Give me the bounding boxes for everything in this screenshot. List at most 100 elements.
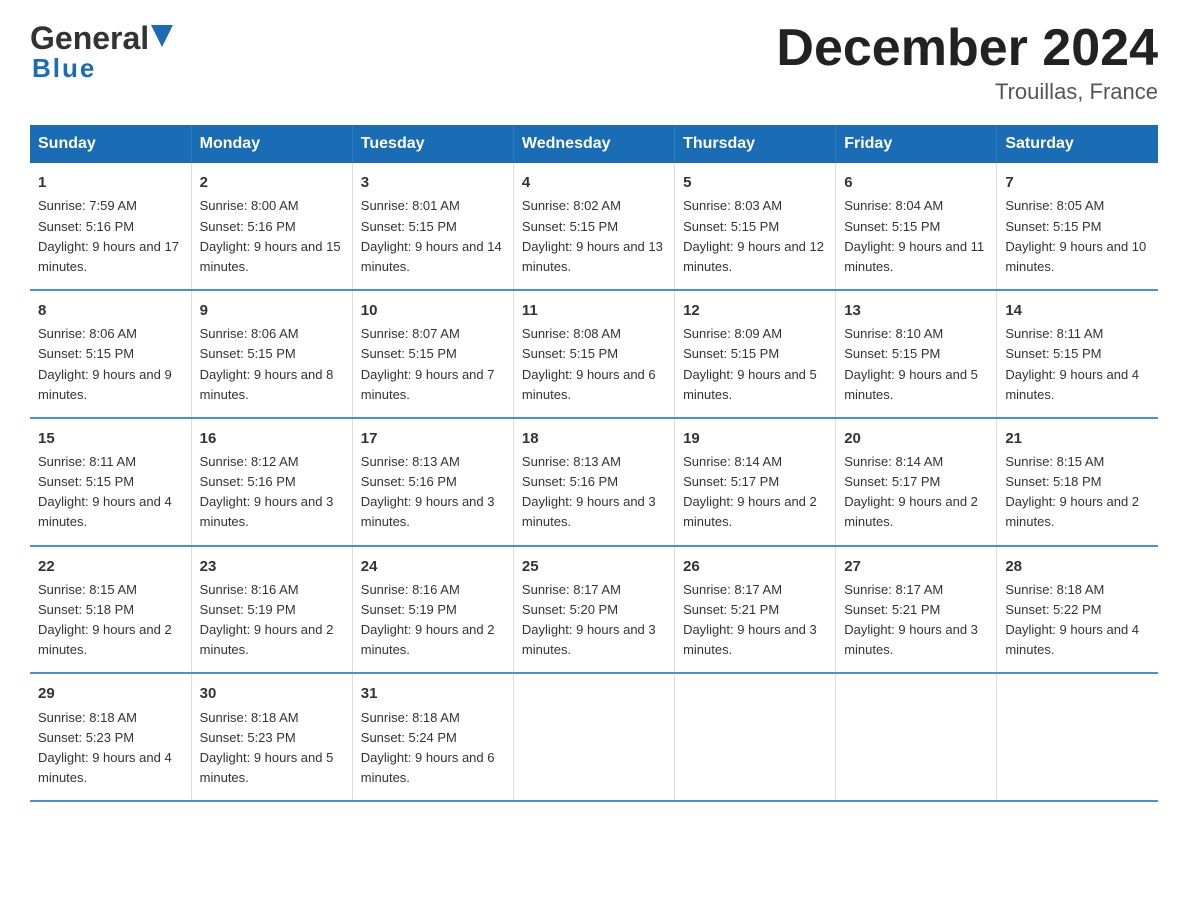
calendar-cell: 22Sunrise: 8:15 AMSunset: 5:18 PMDayligh… bbox=[30, 546, 191, 674]
calendar-cell: 5Sunrise: 8:03 AMSunset: 5:15 PMDaylight… bbox=[675, 163, 836, 290]
day-info: Sunrise: 8:18 AMSunset: 5:22 PMDaylight:… bbox=[1005, 580, 1150, 661]
calendar-cell: 19Sunrise: 8:14 AMSunset: 5:17 PMDayligh… bbox=[675, 418, 836, 546]
location-text: Trouillas, France bbox=[776, 79, 1158, 105]
calendar-cell bbox=[675, 673, 836, 801]
day-number: 22 bbox=[38, 555, 183, 578]
calendar-cell: 10Sunrise: 8:07 AMSunset: 5:15 PMDayligh… bbox=[352, 290, 513, 418]
day-info: Sunrise: 7:59 AMSunset: 5:16 PMDaylight:… bbox=[38, 196, 183, 277]
calendar-cell: 31 Sunrise: 8:18 AMSunset: 5:24 PMDayligh… bbox=[352, 673, 513, 801]
calendar-cell: 9Sunrise: 8:06 AMSunset: 5:15 PMDaylight… bbox=[191, 290, 352, 418]
day-info: Sunrise: 8:12 AMSunset: 5:16 PMDaylight:… bbox=[200, 452, 344, 533]
calendar-cell: 26Sunrise: 8:17 AMSunset: 5:21 PMDayligh… bbox=[675, 546, 836, 674]
day-number: 13 bbox=[844, 299, 988, 322]
day-info: Sunrise: 8:09 AMSunset: 5:15 PMDaylight:… bbox=[683, 324, 827, 405]
day-number: 18 bbox=[522, 427, 666, 450]
col-tuesday: Tuesday bbox=[352, 125, 513, 163]
day-number: 15 bbox=[38, 427, 183, 450]
calendar-cell: 27Sunrise: 8:17 AMSunset: 5:21 PMDayligh… bbox=[836, 546, 997, 674]
col-sunday: Sunday bbox=[30, 125, 191, 163]
day-info: Sunrise: 8:13 AMSunset: 5:16 PMDaylight:… bbox=[522, 452, 666, 533]
day-number: 7 bbox=[1005, 171, 1150, 194]
day-info: Sunrise: 8:11 AMSunset: 5:15 PMDaylight:… bbox=[38, 452, 183, 533]
day-number: 11 bbox=[522, 299, 666, 322]
day-info: Sunrise: 8:14 AMSunset: 5:17 PMDaylight:… bbox=[683, 452, 827, 533]
page-header: General Blue December 2024 Trouillas, Fr… bbox=[30, 20, 1158, 105]
calendar-cell: 28Sunrise: 8:18 AMSunset: 5:22 PMDayligh… bbox=[997, 546, 1158, 674]
day-info: Sunrise: 8:04 AMSunset: 5:15 PMDaylight:… bbox=[844, 196, 988, 277]
day-number: 25 bbox=[522, 555, 666, 578]
logo-triangle-icon bbox=[151, 25, 173, 47]
calendar-cell: 1Sunrise: 7:59 AMSunset: 5:16 PMDaylight… bbox=[30, 163, 191, 290]
day-number: 27 bbox=[844, 555, 988, 578]
calendar-cell: 4Sunrise: 8:02 AMSunset: 5:15 PMDaylight… bbox=[513, 163, 674, 290]
day-number: 24 bbox=[361, 555, 505, 578]
day-number: 9 bbox=[200, 299, 344, 322]
day-info: Sunrise: 8:18 AMSunset: 5:24 PMDaylight:… bbox=[361, 708, 505, 789]
title-area: December 2024 Trouillas, France bbox=[776, 20, 1158, 105]
calendar-cell: 11Sunrise: 8:08 AMSunset: 5:15 PMDayligh… bbox=[513, 290, 674, 418]
day-info: Sunrise: 8:18 AMSunset: 5:23 PMDaylight:… bbox=[200, 708, 344, 789]
calendar-cell: 14Sunrise: 8:11 AMSunset: 5:15 PMDayligh… bbox=[997, 290, 1158, 418]
calendar-cell: 29 Sunrise: 8:18 AMSunset: 5:23 PMDayligh… bbox=[30, 673, 191, 801]
day-info: Sunrise: 8:03 AMSunset: 5:15 PMDaylight:… bbox=[683, 196, 827, 277]
day-number: 23 bbox=[200, 555, 344, 578]
day-number: 14 bbox=[1005, 299, 1150, 322]
calendar-cell: 23Sunrise: 8:16 AMSunset: 5:19 PMDayligh… bbox=[191, 546, 352, 674]
day-info: Sunrise: 8:00 AMSunset: 5:16 PMDaylight:… bbox=[200, 196, 344, 277]
day-number: 16 bbox=[200, 427, 344, 450]
col-saturday: Saturday bbox=[997, 125, 1158, 163]
day-number: 31 bbox=[361, 682, 505, 705]
day-number: 30 bbox=[200, 682, 344, 705]
calendar-cell bbox=[513, 673, 674, 801]
day-number: 2 bbox=[200, 171, 344, 194]
day-info: Sunrise: 8:13 AMSunset: 5:16 PMDaylight:… bbox=[361, 452, 505, 533]
calendar-cell bbox=[836, 673, 997, 801]
calendar-cell: 8Sunrise: 8:06 AMSunset: 5:15 PMDaylight… bbox=[30, 290, 191, 418]
day-info: Sunrise: 8:16 AMSunset: 5:19 PMDaylight:… bbox=[200, 580, 344, 661]
calendar-cell: 6Sunrise: 8:04 AMSunset: 5:15 PMDaylight… bbox=[836, 163, 997, 290]
day-number: 26 bbox=[683, 555, 827, 578]
day-info: Sunrise: 8:18 AMSunset: 5:23 PMDaylight:… bbox=[38, 708, 183, 789]
day-number: 29 bbox=[38, 682, 183, 705]
calendar-cell: 12Sunrise: 8:09 AMSunset: 5:15 PMDayligh… bbox=[675, 290, 836, 418]
day-number: 3 bbox=[361, 171, 505, 194]
calendar-cell: 3Sunrise: 8:01 AMSunset: 5:15 PMDaylight… bbox=[352, 163, 513, 290]
col-wednesday: Wednesday bbox=[513, 125, 674, 163]
day-info: Sunrise: 8:14 AMSunset: 5:17 PMDaylight:… bbox=[844, 452, 988, 533]
calendar-cell: 15Sunrise: 8:11 AMSunset: 5:15 PMDayligh… bbox=[30, 418, 191, 546]
calendar-cell: 13Sunrise: 8:10 AMSunset: 5:15 PMDayligh… bbox=[836, 290, 997, 418]
day-number: 8 bbox=[38, 299, 183, 322]
col-monday: Monday bbox=[191, 125, 352, 163]
day-info: Sunrise: 8:17 AMSunset: 5:20 PMDaylight:… bbox=[522, 580, 666, 661]
day-info: Sunrise: 8:16 AMSunset: 5:19 PMDaylight:… bbox=[361, 580, 505, 661]
day-info: Sunrise: 8:15 AMSunset: 5:18 PMDaylight:… bbox=[1005, 452, 1150, 533]
day-number: 28 bbox=[1005, 555, 1150, 578]
calendar-week-row: 1Sunrise: 7:59 AMSunset: 5:16 PMDaylight… bbox=[30, 163, 1158, 290]
calendar-cell: 7Sunrise: 8:05 AMSunset: 5:15 PMDaylight… bbox=[997, 163, 1158, 290]
day-info: Sunrise: 8:02 AMSunset: 5:15 PMDaylight:… bbox=[522, 196, 666, 277]
day-info: Sunrise: 8:01 AMSunset: 5:15 PMDaylight:… bbox=[361, 196, 505, 277]
day-number: 20 bbox=[844, 427, 988, 450]
day-info: Sunrise: 8:06 AMSunset: 5:15 PMDaylight:… bbox=[200, 324, 344, 405]
calendar-header-row: Sunday Monday Tuesday Wednesday Thursday… bbox=[30, 125, 1158, 163]
day-info: Sunrise: 8:17 AMSunset: 5:21 PMDaylight:… bbox=[844, 580, 988, 661]
day-number: 19 bbox=[683, 427, 827, 450]
day-number: 1 bbox=[38, 171, 183, 194]
calendar-cell: 20Sunrise: 8:14 AMSunset: 5:17 PMDayligh… bbox=[836, 418, 997, 546]
day-info: Sunrise: 8:11 AMSunset: 5:15 PMDaylight:… bbox=[1005, 324, 1150, 405]
day-number: 5 bbox=[683, 171, 827, 194]
day-number: 17 bbox=[361, 427, 505, 450]
day-info: Sunrise: 8:17 AMSunset: 5:21 PMDaylight:… bbox=[683, 580, 827, 661]
day-number: 4 bbox=[522, 171, 666, 194]
day-info: Sunrise: 8:06 AMSunset: 5:15 PMDaylight:… bbox=[38, 324, 183, 405]
day-number: 21 bbox=[1005, 427, 1150, 450]
day-number: 10 bbox=[361, 299, 505, 322]
day-info: Sunrise: 8:07 AMSunset: 5:15 PMDaylight:… bbox=[361, 324, 505, 405]
calendar-week-row: 29 Sunrise: 8:18 AMSunset: 5:23 PMDayligh… bbox=[30, 673, 1158, 801]
calendar-cell bbox=[997, 673, 1158, 801]
day-number: 6 bbox=[844, 171, 988, 194]
calendar-cell: 30 Sunrise: 8:18 AMSunset: 5:23 PMDayligh… bbox=[191, 673, 352, 801]
calendar-cell: 25Sunrise: 8:17 AMSunset: 5:20 PMDayligh… bbox=[513, 546, 674, 674]
day-info: Sunrise: 8:15 AMSunset: 5:18 PMDaylight:… bbox=[38, 580, 183, 661]
calendar-week-row: 15Sunrise: 8:11 AMSunset: 5:15 PMDayligh… bbox=[30, 418, 1158, 546]
